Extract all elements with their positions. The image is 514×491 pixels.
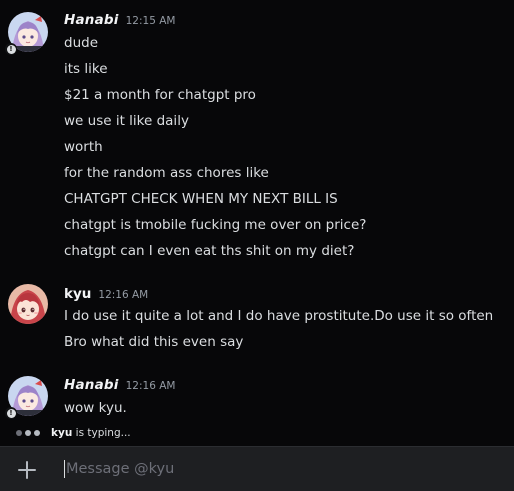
typing-indicator: kyu is typing... (16, 425, 131, 441)
typing-user: kyu (51, 427, 73, 439)
timestamp[interactable]: 12:16 AM (126, 380, 176, 392)
typing-suffix: is typing... (75, 427, 131, 439)
avatar-hanabi[interactable]: ! (5, 12, 48, 55)
plus-icon[interactable] (16, 459, 38, 481)
username[interactable]: Hanabi (64, 12, 119, 28)
avatar-hanabi[interactable]: ! (5, 376, 48, 419)
typing-text: kyu is typing... (51, 427, 131, 439)
message-header: kyu 12:16 AM (64, 286, 148, 302)
avatar-kyu[interactable] (8, 284, 48, 324)
message-line: CHATGPT CHECK WHEN MY NEXT BILL IS (64, 191, 338, 207)
message-line: worth (64, 139, 103, 155)
timestamp[interactable]: 12:16 AM (98, 289, 148, 301)
message-line: dude (64, 35, 99, 51)
message-composer (0, 446, 514, 491)
message-line: $21 a month for chatgpt pro (64, 87, 256, 103)
message-line: chatgpt can I even eat ths shit on my di… (64, 243, 355, 259)
message-line: Bro what did this even say (64, 334, 244, 350)
message-header: Hanabi 12:15 AM (64, 12, 175, 28)
message-line: we use it like daily (64, 113, 189, 129)
username[interactable]: Hanabi (64, 377, 119, 393)
status-badge: ! (5, 43, 17, 55)
typing-dots-icon (16, 430, 40, 436)
timestamp[interactable]: 12:15 AM (126, 15, 176, 27)
message-line: I do use it quite a lot and I do have pr… (64, 308, 494, 324)
message-line: its like (64, 61, 108, 77)
message-line: wow kyu. (64, 400, 127, 416)
message-input[interactable] (62, 457, 496, 481)
message-list: ! Hanabi 12:15 AM dude its like $21 a mo… (0, 0, 514, 446)
message-line: for the random ass chores like (64, 165, 269, 181)
message-header: Hanabi 12:16 AM (64, 377, 175, 393)
status-badge: ! (5, 407, 17, 419)
message-line: chatgpt is tmobile fucking me over on pr… (64, 217, 367, 233)
username[interactable]: kyu (64, 286, 91, 302)
